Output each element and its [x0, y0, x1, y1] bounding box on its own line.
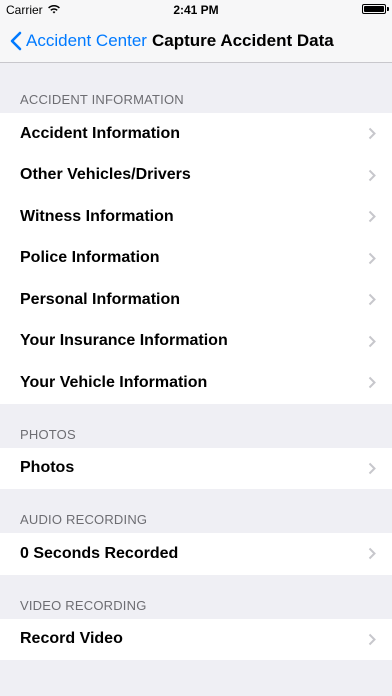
row-label: Police Information: [20, 249, 160, 267]
back-button-label: Accident Center: [26, 31, 147, 50]
row-your-vehicle-information[interactable]: Your Vehicle Information: [0, 362, 392, 404]
row-label: Other Vehicles/Drivers: [20, 166, 191, 184]
chevron-right-icon: [368, 376, 376, 389]
chevron-right-icon: [368, 335, 376, 348]
chevron-right-icon: [368, 547, 376, 560]
row-accident-information[interactable]: Accident Information: [0, 113, 392, 155]
row-your-insurance-information[interactable]: Your Insurance Information: [0, 321, 392, 363]
chevron-right-icon: [368, 633, 376, 646]
row-label: Your Insurance Information: [20, 332, 228, 350]
section-header-video-recording: VIDEO RECORDING: [20, 597, 147, 613]
row-witness-information[interactable]: Witness Information: [0, 196, 392, 238]
page-title: Capture Accident Data: [152, 31, 334, 50]
chevron-left-icon: [10, 31, 22, 51]
back-button[interactable]: Accident Center: [10, 20, 147, 62]
row-record-video[interactable]: Record Video: [0, 619, 392, 661]
row-label: 0 Seconds Recorded: [20, 544, 179, 562]
chevron-right-icon: [368, 252, 376, 265]
row-label: Record Video: [20, 630, 123, 648]
row-audio-recording[interactable]: 0 Seconds Recorded: [0, 533, 392, 575]
group-photos: Photos: [0, 447, 392, 490]
section-header-audio-recording: AUDIO RECORDING: [20, 512, 148, 527]
status-bar: Carrier 2:41 PM: [0, 0, 392, 20]
group-audio-recording: 0 Seconds Recorded: [0, 533, 392, 575]
row-personal-information[interactable]: Personal Information: [0, 279, 392, 321]
battery-icon: [362, 4, 389, 14]
row-other-vehicles-drivers[interactable]: Other Vehicles/Drivers: [0, 155, 392, 197]
row-label: Personal Information: [20, 290, 181, 308]
section-header-accident-information: ACCIDENT INFORMATION: [20, 92, 184, 107]
chevron-right-icon: [368, 210, 376, 223]
row-label: Your Vehicle Information: [20, 373, 208, 391]
navigation-bar: Accident Center Capture Accident Data: [0, 20, 392, 63]
group-video-recording: Record Video: [0, 618, 392, 661]
chevron-right-icon: [368, 293, 376, 306]
row-photos[interactable]: Photos: [0, 448, 392, 490]
group-accident-information: Accident Information Other Vehicles/Driv…: [0, 113, 392, 404]
row-police-information[interactable]: Police Information: [0, 238, 392, 280]
row-label: Accident Information: [20, 124, 181, 142]
status-right: [362, 4, 389, 14]
status-time: 2:41 PM: [173, 3, 219, 17]
row-label: Witness Information: [20, 207, 174, 225]
row-label: Photos: [20, 459, 75, 477]
chevron-right-icon: [368, 169, 376, 182]
chevron-right-icon: [368, 462, 376, 475]
chevron-right-icon: [368, 127, 376, 140]
section-header-photos: PHOTOS: [20, 426, 76, 442]
